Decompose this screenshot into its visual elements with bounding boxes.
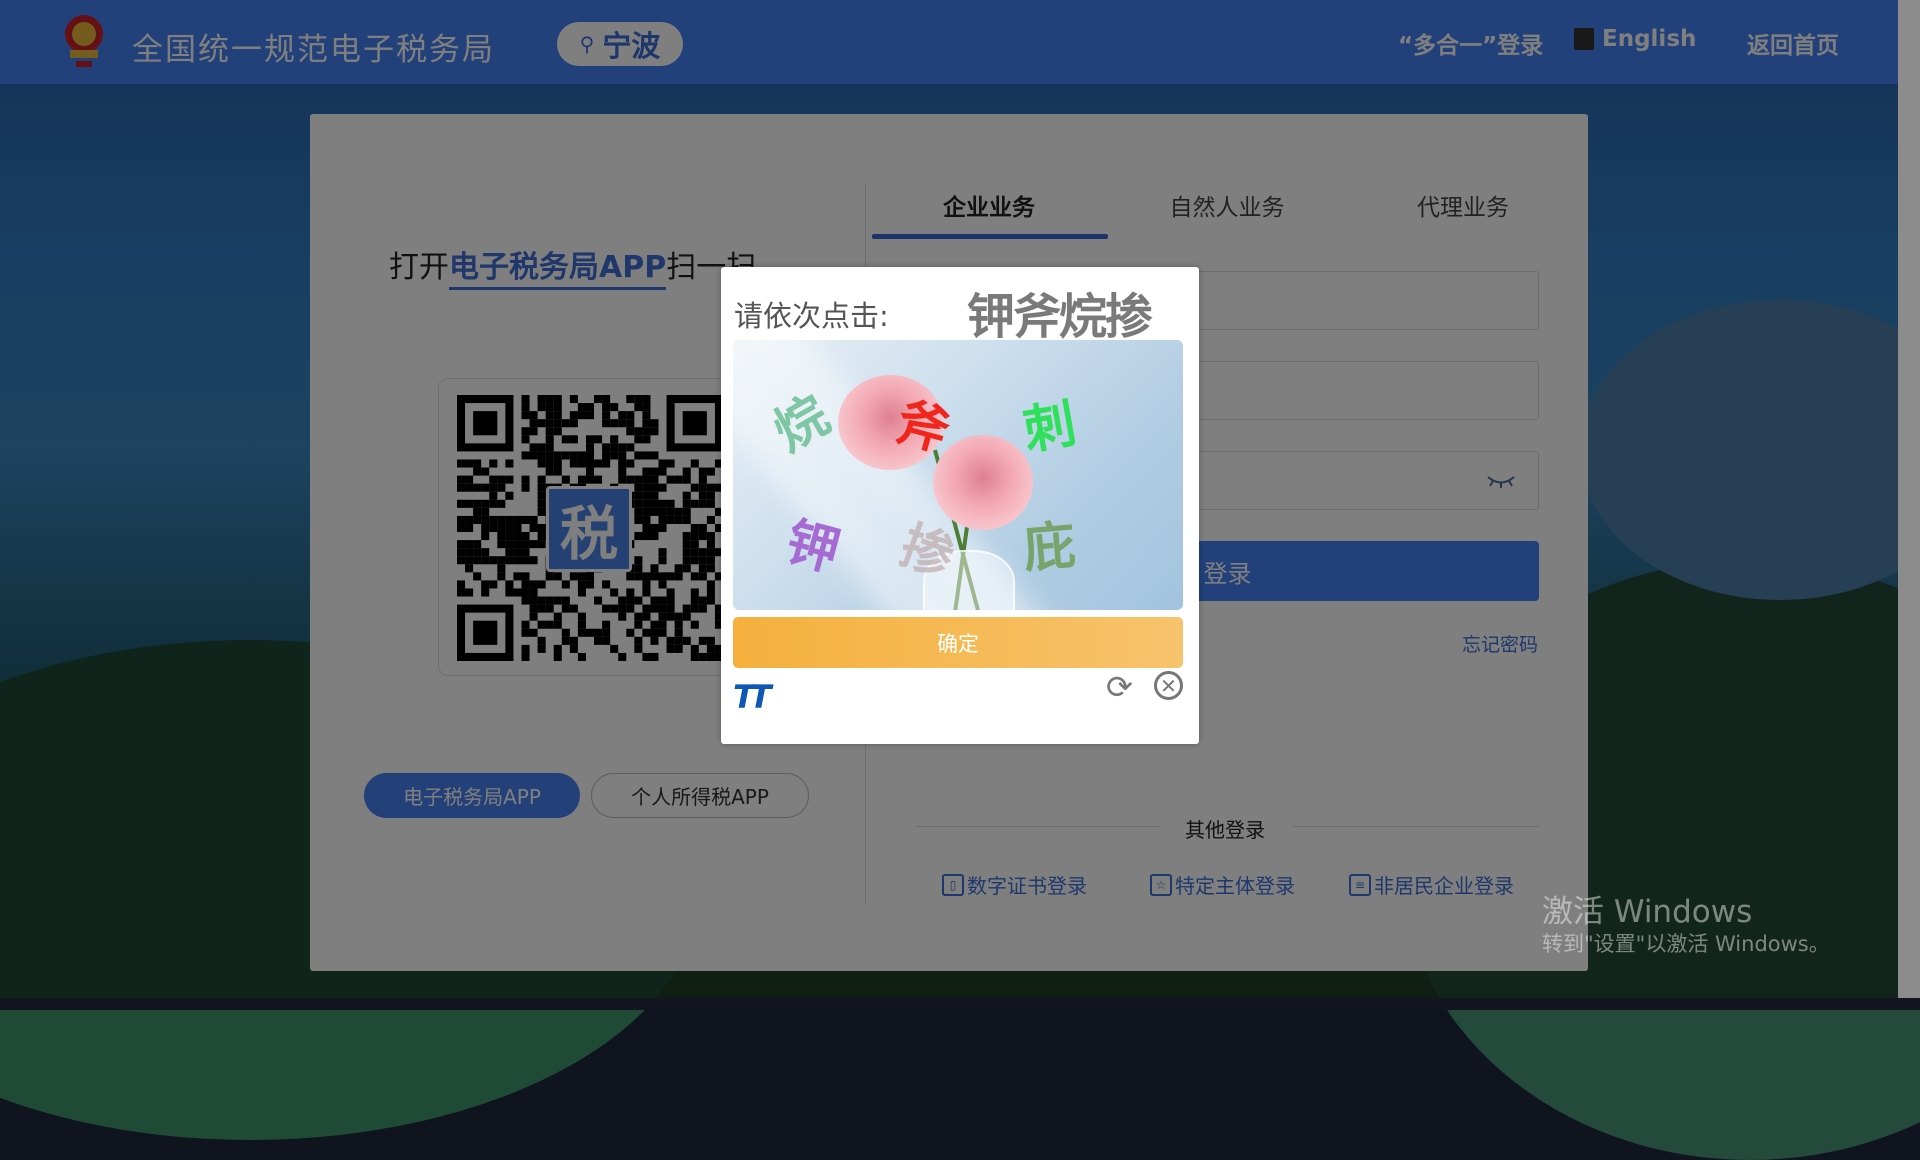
captcha-prompt: 请依次点击: bbox=[734, 299, 889, 333]
close-icon[interactable]: ✕ bbox=[1154, 671, 1183, 700]
captcha-confirm-button[interactable]: 确定 bbox=[733, 617, 1183, 668]
captcha-char[interactable]: 庇 bbox=[1020, 503, 1078, 582]
windows-watermark-title: 激活 Windows bbox=[1542, 894, 1753, 930]
captcha-dialog: 请依次点击: 钾斧烷掺 烷 斧 刺 钾 掺 庇 确定 TT ⟳ ✕ bbox=[721, 267, 1199, 744]
windows-watermark-subtitle: 转到"设置"以激活 Windows。 bbox=[1542, 932, 1830, 956]
captcha-target-chars: 钾斧烷掺 bbox=[967, 289, 1153, 345]
captcha-image[interactable]: 烷 斧 刺 钾 掺 庇 bbox=[733, 340, 1183, 610]
captcha-brand-logo: TT bbox=[733, 678, 771, 716]
scrollbar[interactable] bbox=[1898, 0, 1920, 998]
captcha-char[interactable]: 刺 bbox=[1017, 381, 1081, 464]
refresh-icon[interactable]: ⟳ bbox=[1106, 668, 1133, 706]
captcha-char[interactable]: 钾 bbox=[779, 500, 849, 586]
taskbar-edge bbox=[0, 998, 1920, 1010]
